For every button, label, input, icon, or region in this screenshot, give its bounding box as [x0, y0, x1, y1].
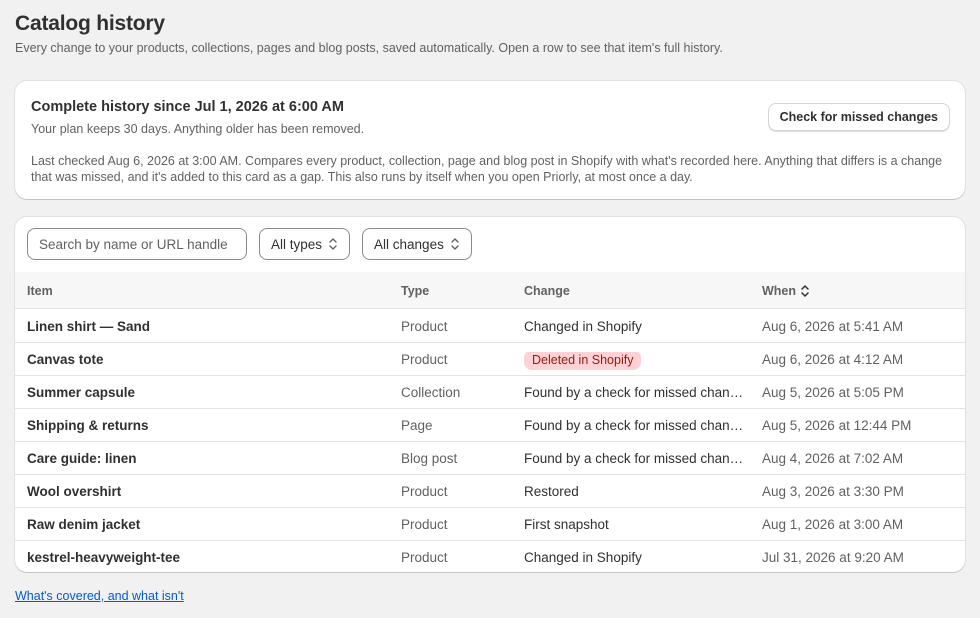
timestamp-cell: Aug 6, 2026 at 5:41 AM	[762, 319, 904, 334]
column-header-type-label: Type	[401, 284, 430, 298]
sort-icon	[800, 284, 810, 298]
change-filter-label: All changes	[374, 236, 444, 252]
item-name-cell: Raw denim jacket	[27, 517, 141, 532]
change-cell: First snapshot	[524, 517, 609, 532]
timestamp-cell: Aug 3, 2026 at 3:30 PM	[762, 484, 904, 499]
history-summary-card: Complete history since Jul 1, 2026 at 6:…	[15, 81, 965, 199]
column-header-when-label: When	[762, 284, 797, 298]
item-type-cell: Product	[401, 352, 448, 367]
table-row[interactable]: Shipping & returns Page Found by a check f…	[15, 409, 965, 442]
type-filter-label: All types	[271, 236, 323, 252]
item-type-cell: Collection	[401, 385, 461, 400]
page-subtitle: Every change to your products, collectio…	[15, 41, 723, 55]
column-header-change-label: Change	[524, 284, 570, 298]
item-type-cell: Blog post	[401, 451, 458, 466]
item-name-cell: kestrel-heavyweight-tee	[27, 550, 181, 565]
column-header-when[interactable]: When	[762, 284, 810, 298]
table-row[interactable]: Summer capsule Collection Found by a check…	[15, 376, 965, 409]
item-name-cell: Linen shirt — Sand	[27, 319, 151, 334]
item-type-cell: Product	[401, 550, 448, 565]
table-row[interactable]: Canvas tote Product Deleted in Shopify Aug …	[15, 343, 965, 376]
change-cell: Changed in Shopify	[524, 550, 642, 565]
item-name-cell: Summer capsule	[27, 385, 136, 400]
table-row[interactable]: kestrel-heavyweight-tee Product Changed in…	[15, 541, 965, 572]
change-cell: Restored	[524, 484, 579, 499]
change-cell: Found by a check for missed changes	[524, 385, 744, 400]
chevron-up-down-icon	[450, 236, 460, 252]
chevron-up-down-icon	[328, 236, 338, 252]
timestamp-cell: Jul 31, 2026 at 9:20 AM	[762, 550, 904, 565]
change-cell: Deleted in Shopify	[524, 352, 744, 370]
plan-retention-note: Your plan keeps 30 days. Anything older …	[31, 122, 365, 136]
item-name-cell: Shipping & returns	[27, 418, 149, 433]
item-type-cell: Product	[401, 484, 448, 499]
item-type-cell: Product	[401, 517, 448, 532]
table-header: Item Type Change When	[15, 272, 965, 309]
history-table-card: All types All changes Item Type Change W…	[15, 217, 965, 572]
timestamp-cell: Aug 5, 2026 at 5:05 PM	[762, 385, 904, 400]
summary-title: Complete history since Jul 1, 2026 at 6:…	[31, 99, 344, 115]
search-input[interactable]	[27, 228, 247, 260]
deleted-status-badge: Deleted in Shopify	[524, 352, 642, 370]
change-cell: Found by a check for missed changes	[524, 451, 744, 466]
table-row[interactable]: Raw denim jacket Product First snapshot Aug…	[15, 508, 965, 541]
type-filter-select[interactable]: All types	[259, 228, 351, 260]
check-missed-changes-button[interactable]: Check for missed changes	[767, 103, 950, 131]
item-name-cell: Canvas tote	[27, 352, 104, 367]
table-row[interactable]: Wool overshirt Product Restored Aug 3, 2026…	[15, 475, 965, 508]
page-title: Catalog history	[15, 12, 165, 35]
column-header-item: Item	[27, 284, 53, 298]
item-type-cell: Product	[401, 319, 448, 334]
change-cell: Changed in Shopify	[524, 319, 642, 334]
filter-bar: All types All changes	[27, 228, 472, 261]
timestamp-cell: Aug 4, 2026 at 7:02 AM	[762, 451, 904, 466]
column-header-change: Change	[524, 284, 570, 298]
column-header-item-label: Item	[27, 284, 53, 298]
item-type-cell: Page	[401, 418, 433, 433]
coverage-info-link[interactable]: What's covered, and what isn't	[15, 589, 184, 603]
item-name-cell: Care guide: linen	[27, 451, 137, 466]
change-cell: Found by a check for missed changes	[524, 418, 744, 433]
last-checked-description: Last checked Aug 6, 2026 at 3:00 AM. Com…	[31, 154, 943, 184]
timestamp-cell: Aug 1, 2026 at 3:00 AM	[762, 517, 904, 532]
table-row[interactable]: Care guide: linen Blog post Found by a che…	[15, 442, 965, 475]
change-filter-select[interactable]: All changes	[362, 228, 472, 260]
item-name-cell: Wool overshirt	[27, 484, 122, 499]
timestamp-cell: Aug 6, 2026 at 4:12 AM	[762, 352, 904, 367]
column-header-type: Type	[401, 284, 429, 298]
timestamp-cell: Aug 5, 2026 at 12:44 PM	[762, 418, 912, 433]
table-row[interactable]: Linen shirt — Sand Product Changed in Shop…	[15, 310, 965, 343]
